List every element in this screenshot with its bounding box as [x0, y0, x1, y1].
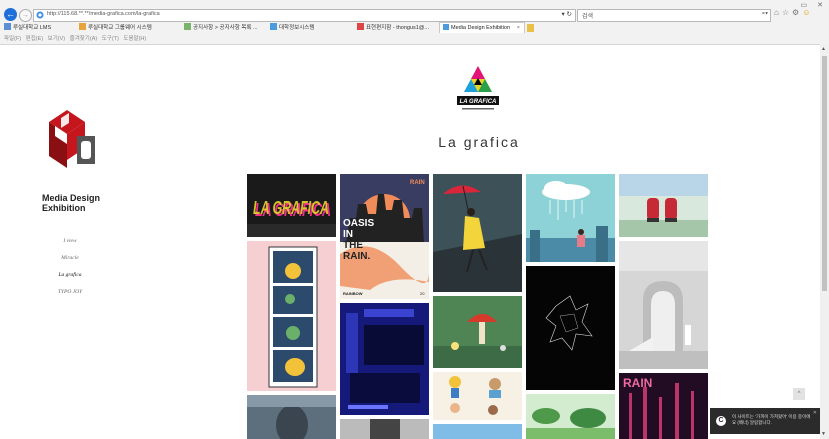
favorite-link[interactable]: 공지사항 > 공지사항 목록 ... — [184, 23, 258, 33]
artwork-blue-typography — [340, 303, 429, 415]
artwork-rain-neon: RAIN — [619, 373, 708, 439]
oasis-title-line2: IN — [343, 229, 353, 240]
gallery-item-green-hills[interactable] — [526, 394, 615, 439]
bookmark-icon — [270, 23, 277, 30]
artwork-rain-cloud — [526, 174, 615, 262]
gallery-item-blue-poster[interactable] — [340, 303, 429, 415]
artwork-comic-strip — [268, 246, 318, 388]
artwork-portrait — [247, 395, 336, 439]
gallery-item-oasis-in-the-rain[interactable]: OASIS IN THE RAIN. RAIN RAINBOW 20 — [340, 174, 429, 299]
favorite-link[interactable]: 표현편지함 - thongus1@... — [357, 23, 429, 33]
gallery-item-la-grafica[interactable]: LA GRAFICA LA GRAFICA — [247, 174, 336, 237]
gallery-item-mushroom[interactable] — [433, 296, 522, 368]
artwork-umbrella-girl — [433, 174, 522, 292]
page-heading: La grafica — [438, 134, 520, 150]
gallery-item-sky[interactable] — [433, 424, 522, 439]
nav-item-typo-joy[interactable]: TYPO JOY — [40, 284, 100, 301]
notification-toast[interactable]: C 이 사이트는 '가까이 가져왔어' 이용 중이에요 (배너) 알림합니다. … — [710, 408, 820, 434]
refresh-icon[interactable]: ▾ ↻ — [561, 10, 572, 18]
artwork-la-grafica: LA GRAFICA LA GRAFICA — [247, 198, 336, 237]
feedback-smiley-icon[interactable]: ☺ — [802, 8, 810, 17]
gallery-item-red-shoes[interactable] — [619, 174, 708, 237]
artwork-black-line-sketch — [526, 266, 615, 390]
scroll-to-top-button[interactable]: ^ — [793, 388, 805, 400]
artwork-character-sketches — [433, 372, 522, 420]
artwork-green-hills — [526, 394, 615, 439]
gallery-item-portrait[interactable] — [247, 395, 336, 439]
tab-title: Media Design Exhibition — [451, 25, 511, 31]
gallery-item-characters[interactable] — [433, 372, 522, 420]
nav-item-miracle[interactable]: Miracle — [40, 250, 100, 267]
search-icon[interactable]: ⌕▾ — [762, 10, 768, 18]
logo-text: LA GRAFICA — [460, 99, 497, 105]
new-tab-button[interactable] — [527, 24, 534, 32]
forward-button[interactable]: → — [19, 9, 32, 22]
close-notification-icon[interactable]: ✕ — [813, 410, 817, 416]
oasis-number-text: 20 — [420, 291, 425, 296]
back-button[interactable]: ← — [4, 8, 17, 21]
gallery-item-grey-room[interactable] — [619, 241, 708, 369]
address-row: ← → http://115.68.**.**/media-grafica.co… — [0, 8, 829, 22]
browser-chrome: ▭ ✕ ← → http://115.68.**.**/media-grafic… — [0, 0, 829, 45]
artwork-red-shoes — [619, 174, 708, 237]
oasis-brand-text: RAINBOW — [343, 291, 363, 296]
site-logo[interactable] — [47, 108, 99, 170]
artwork-mushroom-forest — [433, 296, 522, 368]
address-bar[interactable]: http://115.68.**.**/media-grafica.com/la… — [33, 9, 576, 22]
oasis-title-line4: RAIN. — [343, 251, 370, 262]
close-tab-icon[interactable]: × — [517, 23, 520, 34]
artwork-grey-room — [619, 241, 708, 369]
bookmark-icon — [4, 23, 11, 30]
favorite-link[interactable]: 대학정보시스템 — [270, 23, 314, 33]
page-scrollbar[interactable]: ▲ ▼ — [820, 44, 829, 439]
scroll-down-icon[interactable]: ▼ — [821, 431, 826, 437]
gallery-item-black-sketch[interactable] — [526, 266, 615, 390]
favorites-star-icon[interactable]: ☆ — [782, 8, 789, 17]
nav-item-la-grafica[interactable]: La grafica — [40, 267, 100, 284]
artwork-oasis-poster: OASIS IN THE RAIN. RAIN RAINBOW 20 — [340, 174, 429, 299]
search-placeholder: 검색 — [582, 14, 594, 20]
scrollbar-thumb[interactable] — [822, 56, 827, 291]
active-tab[interactable]: Media Design Exhibition × — [439, 22, 525, 33]
gallery-item-rain-neon[interactable]: RAIN — [619, 373, 708, 439]
la-grafica-art-text-shadow: LA GRAFICA — [253, 198, 329, 218]
gallery-item-comic[interactable] — [247, 241, 336, 391]
gallery-item-bw[interactable] — [340, 419, 429, 439]
address-url: http://115.68.**.**/media-grafica.com/la… — [47, 11, 160, 17]
oasis-corner-text: RAIN — [410, 180, 425, 186]
bookmark-icon — [79, 23, 86, 30]
toolbar-icons: ⌂ ☆ ⚙ ☺ — [774, 8, 810, 17]
site-title: Media Design Exhibition — [42, 193, 101, 213]
side-nav: I view Miracle La grafica TYPO JOY — [40, 233, 100, 301]
menu-bar[interactable]: 파일(F) 편집(E) 보기(V) 즐겨찾기(A) 도구(T) 도움말(H) — [4, 34, 146, 42]
rain-neon-text: RAIN — [623, 376, 652, 390]
bookmark-icon — [184, 23, 191, 30]
ie-page-icon — [36, 11, 44, 19]
mail-icon — [357, 23, 364, 30]
la-grafica-logo: LA GRAFICA — [457, 66, 499, 110]
settings-gear-icon[interactable]: ⚙ — [792, 8, 799, 17]
oasis-title-line1: OASIS — [343, 218, 374, 229]
notification-text: 이 사이트는 '가까이 가져왔어' 이용 중이에요 (배너) 알림합니다. — [732, 414, 811, 425]
gallery-item-umbrella-girl[interactable] — [433, 174, 522, 292]
artwork-bw-photo — [340, 419, 429, 439]
artwork-sky — [433, 424, 522, 439]
scroll-up-icon[interactable]: ▲ — [821, 46, 826, 52]
search-field[interactable]: 검색 ⌕▾ — [577, 9, 771, 22]
favorite-link[interactable]: 루실대학교 그룹웨어 시스템 — [79, 23, 152, 33]
tab-icon — [443, 24, 449, 30]
gallery-item-rain-cloud[interactable] — [526, 174, 615, 262]
oasis-title-line3: THE — [343, 240, 363, 251]
notification-c-icon: C — [716, 416, 726, 426]
nav-item-i-view[interactable]: I view — [40, 233, 100, 250]
favorite-link[interactable]: 루실대학교 LMS — [4, 23, 51, 33]
favorites-tab-row: 루실대학교 LMS 루실대학교 그룹웨어 시스템 공지사항 > 공지사항 목록 … — [0, 22, 829, 34]
home-icon[interactable]: ⌂ — [774, 8, 779, 17]
